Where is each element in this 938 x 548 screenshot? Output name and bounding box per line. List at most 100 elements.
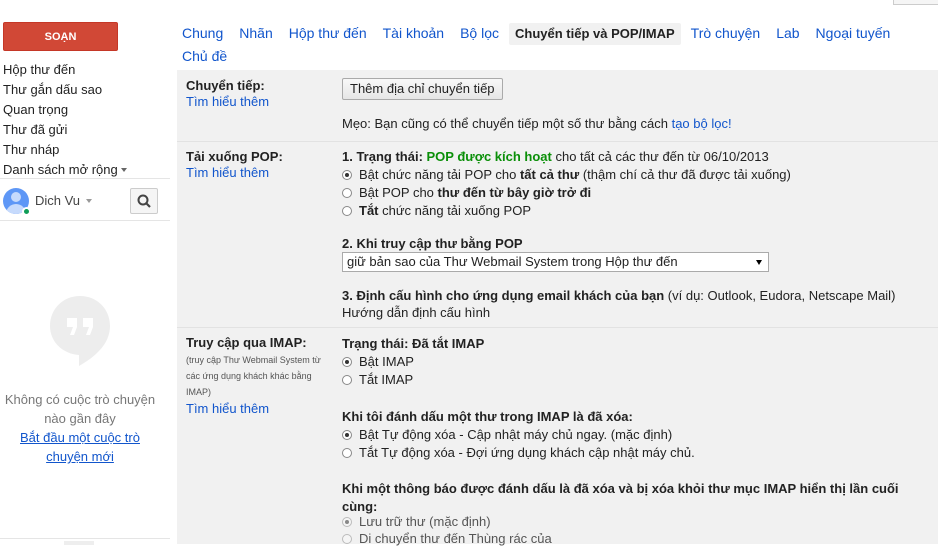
- pop-learn-more-link[interactable]: Tìm hiểu thêm: [186, 165, 336, 180]
- radio-button[interactable]: [342, 170, 352, 180]
- pop-option-all-text: Bật chức năng tải POP cho: [359, 167, 520, 182]
- chat-user-menu[interactable]: Dich Vu: [35, 193, 93, 208]
- forwarding-learn-more-link[interactable]: Tìm hiểu thêm: [186, 94, 336, 109]
- tab-general[interactable]: Chung: [176, 22, 229, 44]
- add-forwarding-address-button[interactable]: Thêm địa chỉ chuyển tiếp: [342, 78, 503, 100]
- start-chat-link[interactable]: Bắt đầu một cuộc trò chuyện mới: [0, 428, 160, 466]
- pop-access-selected: giữ bản sao của Thư Webmail System trong…: [347, 254, 678, 269]
- forwarding-title: Chuyển tiếp:: [186, 78, 265, 93]
- imap-title: Truy cập qua IMAP:: [186, 335, 307, 350]
- nav-item-drafts[interactable]: Thư nháp: [3, 140, 173, 160]
- pop-status: 1. Trạng thái: POP được kích hoạt cho tấ…: [342, 148, 769, 166]
- chevron-down-icon: [120, 168, 127, 172]
- radio-button[interactable]: [342, 206, 352, 216]
- tab-themes[interactable]: Chủ đề: [176, 45, 912, 67]
- pop-option-disable-bold: Tắt: [359, 203, 379, 218]
- tab-filters[interactable]: Bộ lọc: [454, 22, 505, 44]
- tab-accounts[interactable]: Tài khoản: [377, 22, 450, 44]
- mail-nav: Hộp thư đến Thư gắn dấu sao Quan trọng T…: [3, 60, 173, 180]
- pop-config-example: (ví dụ: Outlook, Eudora, Netscape Mail): [664, 288, 896, 303]
- nav-item-more-label: Danh sách mở rộng: [3, 162, 118, 177]
- radio-button[interactable]: [342, 517, 352, 527]
- radio-button[interactable]: [342, 357, 352, 367]
- forwarding-tip: Mẹo: Bạn cũng có thể chuyển tiếp một số …: [342, 115, 732, 133]
- create-filter-link[interactable]: tạo bộ lọc!: [672, 116, 732, 131]
- pop-access-heading: 2. Khi truy cập thư bằng POP: [342, 236, 523, 251]
- pop-option-all-bold: tất cả thư: [519, 167, 580, 182]
- pop-label: Tải xuống POP: Tìm hiểu thêm: [186, 149, 336, 180]
- chevron-down-icon: [756, 260, 762, 265]
- pop-status-suffix: cho tất cả các thư đến từ 06/10/2013: [551, 149, 769, 164]
- radio-button[interactable]: [342, 534, 352, 544]
- radio-button[interactable]: [342, 448, 352, 458]
- pop-option-all-note: (thậm chí cả thư đã được tải xuống): [579, 167, 791, 182]
- pop-status-value: POP được kích hoạt: [426, 149, 552, 164]
- imap-row: Truy cập qua IMAP: (truy cập Thư Webmail…: [177, 327, 938, 548]
- tab-chat[interactable]: Trò chuyện: [685, 22, 767, 44]
- config-instructions-link[interactable]: Hướng dẫn định cấu hình: [342, 304, 490, 322]
- nav-item-inbox[interactable]: Hộp thư đến: [3, 60, 173, 80]
- tab-offline[interactable]: Ngoại tuyến: [810, 22, 897, 44]
- pop-option-new-bold: thư đến từ bây giờ trở đi: [437, 185, 592, 200]
- online-status-icon: [22, 207, 31, 216]
- pop-config-heading: 3. Định cấu hình cho ứng dụng email khác…: [342, 287, 895, 305]
- chat-user-bar: Dich Vu: [0, 180, 170, 220]
- radio-button[interactable]: [342, 375, 352, 385]
- forwarding-tip-text: Mẹo: Bạn cũng có thể chuyển tiếp một số …: [342, 116, 672, 131]
- top-bar: [0, 0, 938, 10]
- imap-delete-heading: Khi tôi đánh dấu một thư trong IMAP là đ…: [342, 409, 633, 424]
- archive-option-text: Lưu trữ thư (mặc định): [359, 514, 491, 529]
- pop-option-new-text: Bật POP cho: [359, 185, 438, 200]
- pop-title: Tải xuống POP:: [186, 149, 283, 164]
- hangouts-icon: [50, 296, 110, 366]
- imap-disable-text: Tắt IMAP: [359, 372, 414, 387]
- tab-inbox[interactable]: Hộp thư đến: [283, 22, 373, 44]
- imap-enable-option[interactable]: Bật IMAP: [342, 353, 414, 371]
- search-icon: [137, 194, 151, 208]
- auto-expunge-on-text: Bật Tự động xóa - Cập nhật máy chủ ngay.…: [359, 427, 673, 442]
- divider: [0, 178, 170, 179]
- footer-tab: [64, 541, 94, 545]
- pop-option-disable[interactable]: Tắt chức năng tải xuống POP: [342, 202, 531, 220]
- chevron-down-icon: [86, 198, 93, 203]
- nav-item-more[interactable]: Danh sách mở rộng: [3, 160, 173, 180]
- top-bar-edge: [893, 0, 938, 5]
- radio-button[interactable]: [342, 188, 352, 198]
- trash-option[interactable]: Di chuyển thư đến Thùng rác của: [342, 530, 552, 548]
- auto-expunge-off-option[interactable]: Tắt Tự động xóa - Đợi ứng dụng khách cập…: [342, 444, 695, 462]
- imap-learn-more-link[interactable]: Tìm hiểu thêm: [186, 401, 326, 416]
- pop-config-title: 3. Định cấu hình cho ứng dụng email khác…: [342, 288, 665, 303]
- imap-expunge-heading: Khi một thông báo được đánh dấu là đã xó…: [342, 481, 899, 514]
- chat-user-name: Dich Vu: [35, 193, 81, 208]
- auto-expunge-on-option[interactable]: Bật Tự động xóa - Cập nhật máy chủ ngay.…: [342, 426, 672, 444]
- forwarding-label: Chuyển tiếp: Tìm hiểu thêm: [186, 78, 336, 109]
- settings-tabs: Chung Nhãn Hộp thư đến Tài khoản Bộ lọc Chuyể…: [176, 22, 916, 67]
- imap-label: Truy cập qua IMAP: (truy cập Thư Webmail…: [186, 335, 326, 416]
- avatar-head: [11, 192, 21, 202]
- pop-status-prefix: 1. Trạng thái:: [342, 149, 427, 164]
- chat-search-button[interactable]: [130, 188, 158, 214]
- pop-access-select[interactable]: giữ bản sao của Thư Webmail System trong…: [342, 252, 769, 272]
- pop-row: Tải xuống POP: Tìm hiểu thêm 1. Trạng th…: [177, 141, 938, 327]
- imap-enable-text: Bật IMAP: [359, 354, 414, 369]
- tab-labs[interactable]: Lab: [770, 22, 805, 44]
- imap-subtitle: (truy cập Thư Webmail System từ các ứng …: [186, 355, 321, 397]
- imap-status: Trạng thái: Đã tắt IMAP: [342, 336, 485, 351]
- radio-button[interactable]: [342, 430, 352, 440]
- divider: [0, 220, 170, 221]
- tab-forwarding-pop-imap[interactable]: Chuyển tiếp và POP/IMAP: [509, 23, 681, 45]
- pop-option-new[interactable]: Bật POP cho thư đến từ bây giờ trở đi: [342, 184, 591, 202]
- no-chats-text: Không có cuộc trò chuyện nào gần đây: [4, 392, 156, 426]
- forwarding-row: Chuyển tiếp: Tìm hiểu thêm Thêm địa chỉ …: [177, 70, 938, 140]
- pop-option-all[interactable]: Bật chức năng tải POP cho tất cả thư (th…: [342, 166, 791, 184]
- settings-panel: Chuyển tiếp: Tìm hiểu thêm Thêm địa chỉ …: [177, 70, 938, 548]
- auto-expunge-off-text: Tắt Tự động xóa - Đợi ứng dụng khách cập…: [359, 445, 695, 460]
- nav-item-important[interactable]: Quan trọng: [3, 100, 173, 120]
- archive-option[interactable]: Lưu trữ thư (mặc định): [342, 513, 491, 531]
- nav-item-sent[interactable]: Thư đã gửi: [3, 120, 173, 140]
- imap-disable-option[interactable]: Tắt IMAP: [342, 371, 413, 389]
- pop-option-disable-text: chức năng tải xuống POP: [378, 203, 532, 218]
- nav-item-starred[interactable]: Thư gắn dấu sao: [3, 80, 173, 100]
- tab-labels[interactable]: Nhãn: [233, 22, 278, 44]
- compose-button[interactable]: SOẠN: [3, 22, 118, 51]
